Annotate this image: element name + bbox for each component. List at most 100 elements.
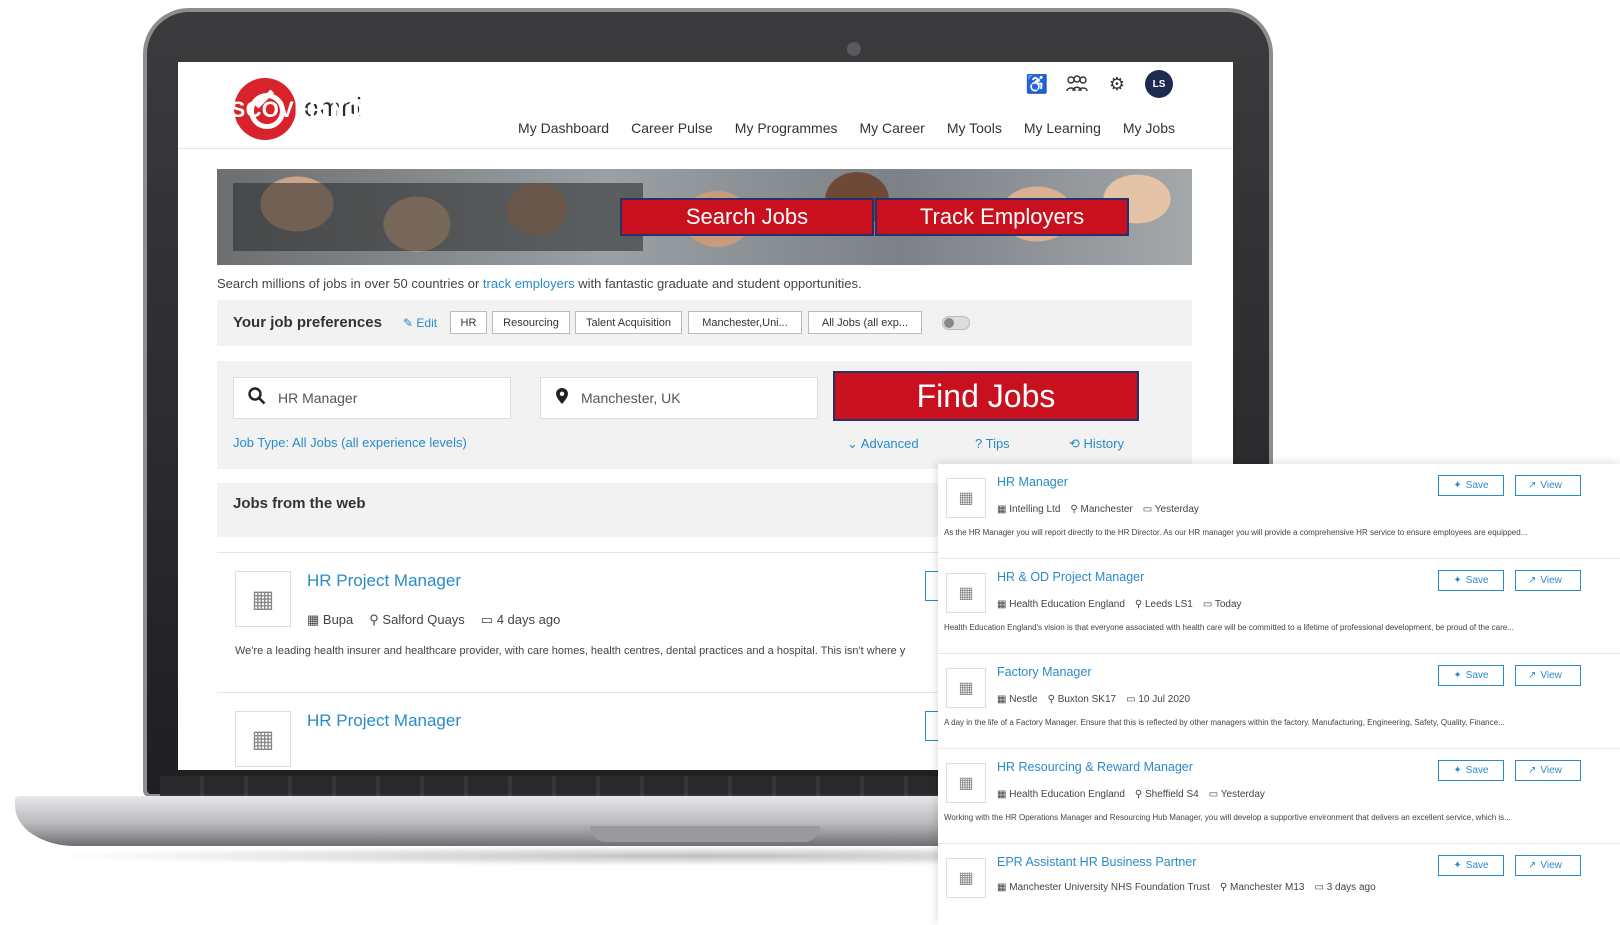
list-item[interactable]: ▦ EPR Assistant HR Business Partner ▦ Ma…	[938, 844, 1620, 925]
intro-pre: Search millions of jobs in over 50 count…	[217, 276, 483, 291]
nav-my-programmes[interactable]: My Programmes	[735, 120, 838, 136]
view-button[interactable]: ↗ View	[1515, 475, 1581, 496]
location-name: Leeds LS1	[1144, 599, 1193, 610]
pref-chip[interactable]: Talent Acquisition	[575, 311, 682, 334]
nav-my-jobs[interactable]: My Jobs	[1123, 120, 1175, 136]
view-button[interactable]: ↗ View	[1515, 570, 1581, 591]
history-link[interactable]: ⟲ History	[1069, 436, 1124, 452]
external-link-icon: ↗	[1528, 765, 1537, 776]
location: ⚲ Leeds LS1	[1134, 599, 1193, 610]
location-name: Manchester M13	[1229, 882, 1305, 893]
view-button[interactable]: ↗ View	[1515, 665, 1581, 686]
prefs-toggle[interactable]	[942, 316, 970, 330]
search-jobs-button[interactable]: Search Jobs	[620, 198, 874, 236]
save-button[interactable]: ✦ Save	[1438, 475, 1504, 496]
prefs-edit-link[interactable]: ✎ Edit	[403, 316, 437, 330]
tips-link[interactable]: ? Tips	[975, 436, 1010, 451]
pref-chip[interactable]: HR	[450, 311, 487, 334]
save-button[interactable]: ✦ Save	[1438, 570, 1504, 591]
laptop-notch	[590, 826, 820, 842]
job-title-link[interactable]: HR Resourcing & Reward Manager	[997, 760, 1193, 774]
save-button[interactable]: ✦ Save	[1438, 855, 1504, 876]
date: ▭ 3 days ago	[1314, 882, 1376, 893]
job-description: As the HR Manager you will report direct…	[944, 528, 1528, 537]
banner-title: DISCOVER YOUR DREAM JOB	[208, 97, 538, 122]
job-type-link[interactable]: Job Type: All Jobs (all experience level…	[233, 435, 467, 450]
people-icon[interactable]	[1065, 72, 1089, 96]
company: ▦ Health Education England	[997, 599, 1125, 610]
external-link-icon: ↗	[1528, 480, 1537, 491]
building-icon: ▦	[946, 763, 986, 803]
nav-career-pulse[interactable]: Career Pulse	[631, 120, 713, 136]
company-name: Bupa	[322, 612, 354, 627]
save-label: Save	[1465, 765, 1489, 776]
location-name: Salford Quays	[382, 612, 465, 627]
location-name: Sheffield S4	[1144, 789, 1199, 800]
company: ▦ Nestle	[997, 694, 1038, 705]
company-name: Manchester University NHS Foundation Tru…	[1009, 882, 1210, 893]
date: ▭ 10 Jul 2020	[1126, 694, 1191, 705]
location-input[interactable]: Manchester, UK	[540, 377, 818, 419]
nav-my-career[interactable]: My Career	[859, 120, 924, 136]
building-icon: ▦	[307, 612, 323, 627]
advanced-link[interactable]: ⌄ Advanced	[847, 436, 919, 452]
job-description: A day in the life of a Factory Manager. …	[944, 718, 1505, 727]
prefs-title: Your job preferences	[233, 314, 382, 331]
history-label: History	[1083, 436, 1124, 451]
hero-banner: Search Jobs Track Employers	[217, 169, 1192, 265]
list-item[interactable]: ▦ HR & OD Project Manager ▦ Health Educa…	[938, 559, 1620, 654]
save-label: Save	[1465, 860, 1489, 871]
job-meta: ▦ Bupa ⚲ Salford Quays ▭ 4 days ago	[307, 612, 560, 628]
job-title-link[interactable]: HR Project Manager	[307, 711, 461, 731]
company: ▦ Bupa	[307, 612, 353, 628]
job-description: Working with the HR Operations Manager a…	[944, 813, 1511, 822]
job-title-link[interactable]: HR Manager	[997, 475, 1068, 489]
building-icon: ▦	[946, 668, 986, 708]
external-link-icon: ↗	[1528, 670, 1537, 681]
pref-chip[interactable]: Manchester,Uni...	[688, 311, 802, 334]
camera-dot	[847, 42, 861, 56]
tips-label: Tips	[985, 436, 1010, 451]
pref-chip[interactable]: Resourcing	[492, 311, 570, 334]
intro-text: Search millions of jobs in over 50 count…	[217, 276, 862, 291]
location: ⚲ Sheffield S4	[1134, 789, 1199, 800]
list-item[interactable]: ▦ HR Manager ▦ Intelling Ltd ⚲ Mancheste…	[938, 464, 1620, 559]
accessibility-icon[interactable]: ♿	[1025, 72, 1049, 96]
advanced-label: Advanced	[860, 436, 919, 451]
view-label: View	[1540, 860, 1562, 871]
nav-my-tools[interactable]: My Tools	[947, 120, 1002, 136]
nav-my-learning[interactable]: My Learning	[1024, 120, 1101, 136]
save-button[interactable]: ✦ Save	[1438, 665, 1504, 686]
pin-icon: ✦	[1453, 765, 1462, 776]
view-button[interactable]: ↗ View	[1515, 760, 1581, 781]
job-meta: ▦ Health Education England ⚲ Sheffield S…	[997, 789, 1265, 800]
date: ▭ Today	[1202, 599, 1242, 610]
posted-date: Yesterday	[1154, 504, 1199, 515]
pin-icon: ✦	[1453, 480, 1462, 491]
save-button[interactable]: ✦ Save	[1438, 760, 1504, 781]
job-title-link[interactable]: Factory Manager	[997, 665, 1091, 679]
gear-icon[interactable]: ⚙	[1105, 72, 1129, 96]
job-title-link[interactable]: HR & OD Project Manager	[997, 570, 1144, 584]
job-title-link[interactable]: EPR Assistant HR Business Partner	[997, 855, 1196, 869]
find-jobs-button[interactable]: Find Jobs	[833, 371, 1139, 421]
list-item[interactable]: ▦ Factory Manager ▦ Nestle ⚲ Buxton SK17…	[938, 654, 1620, 749]
job-preferences-bar: Your job preferences ✎ Edit HR Resourcin…	[217, 300, 1192, 346]
avatar[interactable]: LS	[1145, 70, 1173, 98]
view-button[interactable]: ↗ View	[1515, 855, 1581, 876]
building-icon: ▦	[946, 478, 986, 518]
list-item[interactable]: ▦ HR Resourcing & Reward Manager ▦ Healt…	[938, 749, 1620, 844]
pin-icon: ✦	[1453, 670, 1462, 681]
save-label: Save	[1465, 670, 1489, 681]
track-employers-button[interactable]: Track Employers	[875, 198, 1129, 236]
company: ▦ Manchester University NHS Foundation T…	[997, 882, 1210, 893]
company: ▦ Health Education England	[997, 789, 1125, 800]
company-name: Intelling Ltd	[1009, 504, 1061, 515]
keyword-input[interactable]: HR Manager	[233, 377, 511, 419]
building-icon: ▦	[946, 573, 986, 613]
track-employers-link[interactable]: track employers	[483, 276, 575, 291]
posted-date: 3 days ago	[1326, 882, 1376, 893]
pref-chip[interactable]: All Jobs (all exp...	[808, 311, 922, 334]
job-title-link[interactable]: HR Project Manager	[307, 571, 461, 591]
date: ▭ Yesterday	[1208, 789, 1265, 800]
